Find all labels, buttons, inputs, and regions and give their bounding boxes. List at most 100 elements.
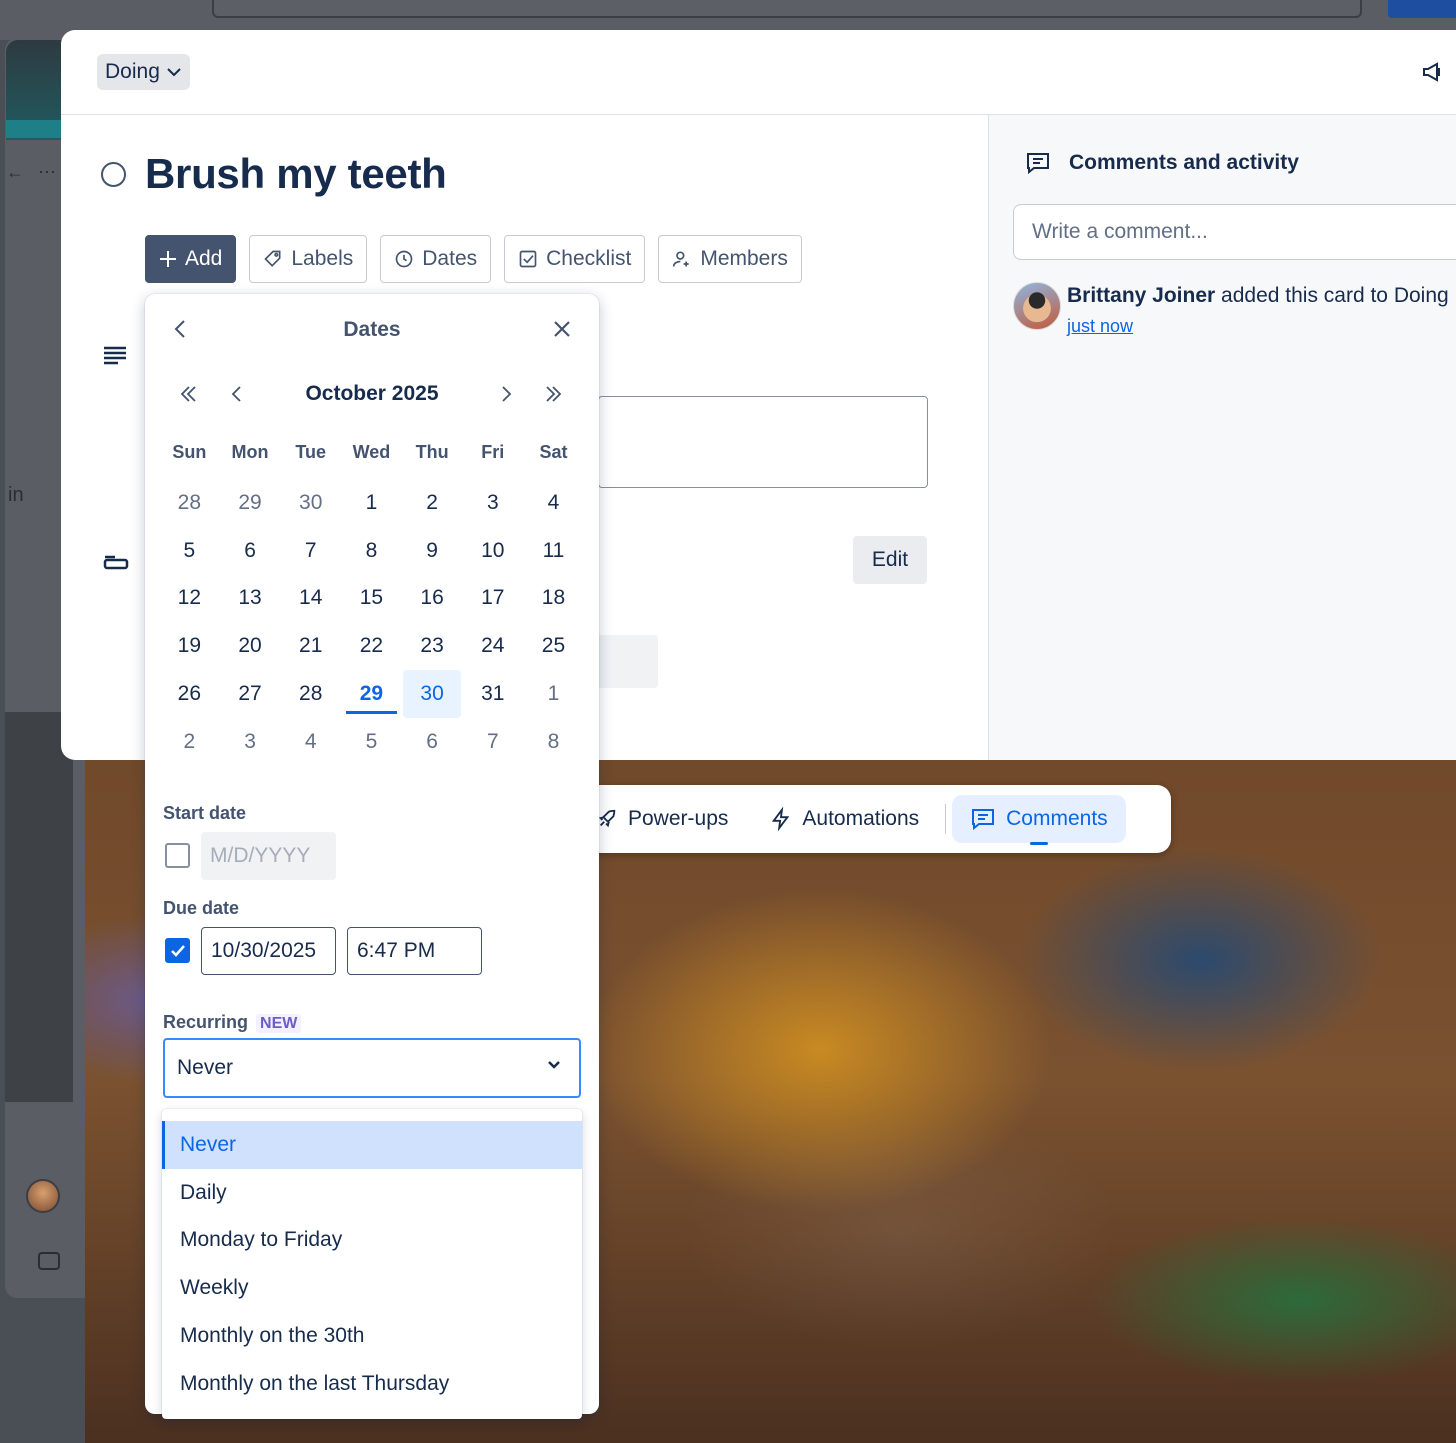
add-item-bar[interactable] — [598, 635, 658, 688]
calendar-day[interactable]: 12 — [159, 575, 220, 623]
nav-automations[interactable]: Automations — [758, 795, 931, 843]
weekday-label: Fri — [481, 442, 505, 462]
calendar-day[interactable]: 21 — [280, 622, 341, 670]
nav-comments-label: Comments — [1006, 807, 1108, 830]
members-button[interactable]: Members — [658, 235, 802, 283]
calendar-day[interactable]: 23 — [402, 622, 463, 670]
calendar-day[interactable]: 22 — [341, 622, 402, 670]
calendar-day[interactable]: 5 — [159, 527, 220, 575]
calendar-day[interactable]: 1 — [523, 670, 584, 718]
calendar-day[interactable]: 29 — [220, 479, 281, 527]
member-avatar — [26, 1179, 60, 1213]
recurring-option-daily[interactable]: Daily — [162, 1169, 582, 1217]
calendar-day[interactable]: 7 — [280, 527, 341, 575]
checklist-button[interactable]: Checklist — [504, 235, 646, 283]
recurring-label-text: Recurring — [163, 1012, 249, 1032]
calendar-day[interactable]: 30 — [280, 479, 341, 527]
calendar-day[interactable]: 13 — [220, 575, 281, 623]
next-month-icon[interactable] — [498, 384, 514, 404]
comments-panel: Comments and activity Write a comment...… — [988, 115, 1456, 760]
close-icon[interactable] — [551, 318, 573, 340]
due-time-input[interactable]: 6:47 PM — [347, 927, 482, 975]
due-date-checkbox[interactable] — [165, 938, 190, 963]
nav-automations-label: Automations — [802, 807, 920, 830]
calendar-day-today[interactable]: 29 — [341, 670, 402, 718]
calendar-day[interactable]: 19 — [159, 622, 220, 670]
modal-header: Doing — [61, 30, 1456, 115]
calendar-day[interactable]: 15 — [341, 575, 402, 623]
checkbox-icon — [519, 250, 537, 268]
dates-button[interactable]: Dates — [380, 235, 492, 283]
description-icon — [104, 346, 126, 365]
recurring-option-monthly-weekday[interactable]: Monthly on the last Thursday — [162, 1360, 582, 1408]
calendar-day-selected[interactable]: 30 — [402, 670, 462, 718]
calendar-day[interactable]: 26 — [159, 670, 220, 718]
add-member-icon — [673, 251, 689, 267]
more-icon: ⋯ — [38, 162, 56, 182]
recurring-option-weekdays[interactable]: Monday to Friday — [162, 1217, 582, 1265]
calendar-day[interactable]: 3 — [462, 479, 523, 527]
edit-button[interactable]: Edit — [853, 536, 927, 584]
megaphone-icon[interactable] — [1421, 60, 1445, 84]
avatar[interactable] — [1013, 282, 1061, 330]
due-date-label: Due date — [163, 898, 240, 918]
calendar-day[interactable]: 9 — [402, 527, 463, 575]
mark-complete-toggle[interactable] — [101, 162, 126, 187]
calendar-day[interactable]: 10 — [462, 527, 523, 575]
calendar-day[interactable]: 4 — [523, 479, 584, 527]
weekday-label: Thu — [415, 442, 449, 462]
calendar-day[interactable]: 27 — [220, 670, 281, 718]
calendar-day[interactable]: 8 — [341, 527, 402, 575]
back-arrow-icon: ← — [6, 162, 24, 182]
calendar-day[interactable]: 6 — [220, 527, 281, 575]
weekday-label: Sat — [539, 442, 568, 462]
calendar-day[interactable]: 7 — [462, 718, 523, 766]
weekday-header: Sun Mon Tue Wed Thu Fri Sat — [159, 442, 584, 463]
recurring-select[interactable]: Never — [163, 1038, 581, 1098]
calendar-day[interactable]: 2 — [402, 479, 463, 527]
calendar-day[interactable]: 31 — [462, 670, 523, 718]
comment-icon — [972, 809, 995, 831]
add-button[interactable]: Add — [145, 235, 237, 283]
calendar-day[interactable]: 5 — [341, 718, 402, 766]
checkmark-icon — [170, 944, 185, 957]
calendar-day[interactable]: 17 — [462, 575, 523, 623]
calendar-day[interactable]: 6 — [402, 718, 463, 766]
popover-title: Dates — [343, 318, 401, 341]
calendar-day[interactable]: 25 — [523, 622, 584, 670]
activity-user[interactable]: Brittany Joiner — [1067, 284, 1215, 307]
calendar-day[interactable]: 8 — [523, 718, 584, 766]
recurring-option-weekly[interactable]: Weekly — [162, 1264, 582, 1312]
recurring-option-never[interactable]: Never — [162, 1121, 582, 1169]
calendar-day[interactable]: 11 — [523, 527, 584, 575]
attachment-icon — [103, 555, 129, 570]
activity-timestamp[interactable]: just now — [1067, 316, 1133, 337]
calendar-day[interactable]: 20 — [220, 622, 281, 670]
calendar-day[interactable]: 2 — [159, 718, 220, 766]
calendar-day[interactable]: 4 — [280, 718, 341, 766]
labels-button[interactable]: Labels — [249, 235, 368, 283]
calendar-day[interactable]: 24 — [462, 622, 523, 670]
recurring-option-monthly-date[interactable]: Monthly on the 30th — [162, 1312, 582, 1360]
list-status-dropdown[interactable]: Doing — [97, 54, 190, 90]
due-date-input[interactable]: 10/30/2025 — [201, 927, 336, 975]
nav-power-ups[interactable]: Power-ups — [584, 795, 740, 843]
calendar-day[interactable]: 3 — [220, 718, 281, 766]
start-date-input[interactable]: M/D/YYYY — [201, 832, 336, 880]
calendar-day[interactable]: 18 — [523, 575, 584, 623]
nav-comments[interactable]: Comments — [952, 795, 1126, 843]
calendar-day[interactable]: 28 — [280, 670, 341, 718]
card-title[interactable]: Brush my teeth — [145, 150, 447, 198]
board-list-dark — [5, 712, 73, 1102]
calendar-day[interactable]: 16 — [402, 575, 463, 623]
start-date-checkbox[interactable] — [165, 843, 190, 868]
calendar-day[interactable]: 14 — [280, 575, 341, 623]
calendar-day[interactable]: 1 — [341, 479, 402, 527]
chevron-down-icon — [167, 68, 181, 77]
next-year-icon[interactable] — [543, 384, 563, 404]
list-status-label: Doing — [105, 60, 160, 83]
description-editor[interactable] — [598, 396, 928, 488]
chevron-down-icon — [548, 1061, 560, 1069]
comment-input[interactable]: Write a comment... — [1013, 204, 1456, 260]
calendar-day[interactable]: 28 — [159, 479, 220, 527]
